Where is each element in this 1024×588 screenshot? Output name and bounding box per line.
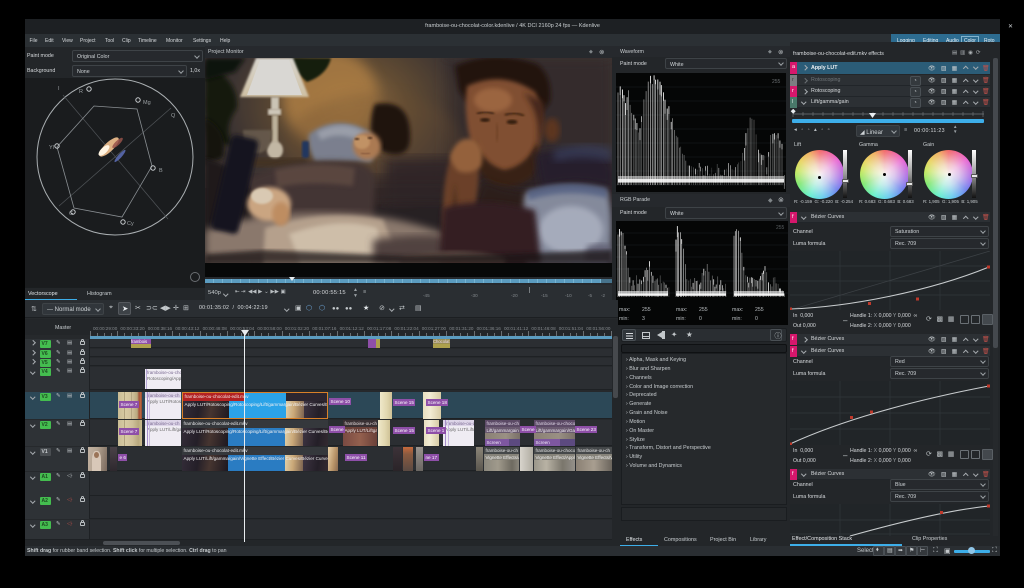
svg-text:max:: max:: [676, 307, 687, 313]
svg-text:min:: min:: [619, 316, 629, 322]
svg-text:Cy: Cy: [127, 221, 134, 227]
svg-text:min:: min:: [732, 316, 742, 322]
svg-text:B: B: [159, 168, 163, 174]
svg-text:Q: Q: [171, 113, 176, 119]
svg-text:max:: max:: [732, 307, 743, 313]
svg-text:0: 0: [699, 316, 702, 322]
svg-text:255: 255: [776, 225, 785, 231]
svg-text:255: 255: [642, 307, 651, 313]
svg-text:255: 255: [699, 307, 708, 313]
svg-text:Yl: Yl: [49, 145, 54, 151]
svg-text:3: 3: [642, 316, 645, 322]
svg-text:I: I: [58, 86, 60, 92]
svg-text:min:: min:: [676, 316, 686, 322]
svg-text:0: 0: [755, 316, 758, 322]
svg-text:max:: max:: [619, 307, 630, 313]
svg-text:255: 255: [755, 307, 764, 313]
svg-text:255: 255: [772, 79, 781, 85]
svg-text:R: R: [79, 89, 83, 95]
svg-text:Mg: Mg: [143, 100, 151, 106]
